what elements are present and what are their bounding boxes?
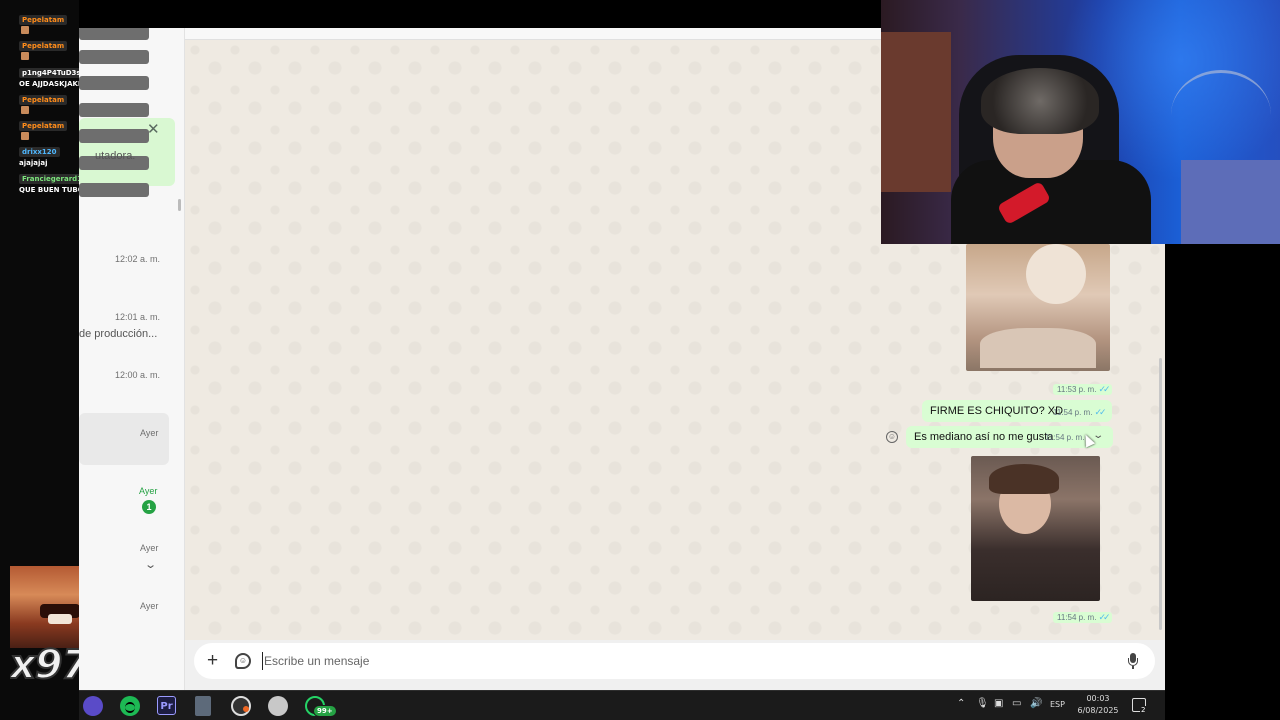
- message-time: 11:54 p. m.: [1053, 408, 1093, 417]
- message-input[interactable]: [262, 652, 1102, 670]
- chat-time: Ayer: [139, 486, 158, 496]
- emote-icon: [21, 26, 29, 34]
- emote-icon: [21, 106, 29, 114]
- premiere-icon[interactable]: Pr: [157, 696, 176, 715]
- clock-time: 00:03: [1086, 694, 1110, 703]
- emoji-reaction-icon[interactable]: ☺: [886, 431, 898, 443]
- emote-icon: [21, 132, 29, 140]
- stream-chat-message: drixx120 ajajajaj: [19, 147, 60, 167]
- network-icon[interactable]: ▭: [1012, 698, 1021, 709]
- notification-text: utadora.: [95, 150, 136, 162]
- conversation-scrollbar[interactable]: [1159, 358, 1162, 630]
- close-icon[interactable]: ✕: [147, 122, 160, 137]
- stream-chat-message: Pepelatam: [19, 41, 68, 60]
- chevron-up-icon[interactable]: ⌃: [957, 698, 965, 709]
- chevron-down-icon[interactable]: ⌄: [1092, 430, 1104, 441]
- chat-preview: de producción...: [79, 328, 158, 340]
- chat-username: drixx120: [19, 147, 60, 157]
- notification-count: 2: [1140, 706, 1147, 714]
- streamer-webcam: [881, 0, 1280, 244]
- message-text: FIRME ES CHIQUITO? XD: [930, 405, 1064, 417]
- spotify-icon[interactable]: [120, 696, 140, 716]
- compose-bar: + ☺: [185, 640, 1165, 690]
- language-indicator[interactable]: ESP: [1050, 700, 1065, 709]
- monitor-icon[interactable]: ▣: [994, 698, 1003, 709]
- sticker-icon[interactable]: ☺: [235, 653, 251, 669]
- plus-icon[interactable]: +: [207, 649, 218, 673]
- sidebar-scrollbar[interactable]: [178, 199, 181, 211]
- chat-list-placeholder: [79, 28, 149, 40]
- chat-message-text: ajajajaj: [19, 159, 48, 167]
- windows-taskbar: Pr 99+ ⌃ 🎙 ▣ ▭ 🔊 ESP 00:03 6/08/2025 2: [79, 690, 1165, 720]
- message-meta: 11:53 p. m. ✓✓: [1053, 384, 1112, 395]
- message-time: 11:53 p. m.: [1057, 385, 1097, 394]
- obs-icon[interactable]: [231, 696, 251, 716]
- outgoing-message[interactable]: FIRME ES CHIQUITO? XD 11:54 p. m. ✓✓: [922, 400, 1112, 422]
- vpn-icon[interactable]: [268, 696, 288, 716]
- compose-field: + ☺: [194, 643, 1155, 679]
- stream-chat-message: Pepelatam: [19, 95, 68, 114]
- chat-time: 12:01 a. m.: [115, 312, 161, 322]
- image-message-cat[interactable]: [966, 244, 1110, 371]
- mic-tray-icon[interactable]: 🎙: [976, 698, 989, 709]
- chat-list-placeholder: [79, 50, 149, 64]
- chat-list-placeholder: [79, 103, 149, 117]
- message-time: 11:54 p. m.: [1045, 433, 1085, 442]
- double-check-icon: ✓✓: [1094, 407, 1106, 417]
- chat-list-placeholder: [79, 183, 149, 197]
- chat-username: Franciegerard1: [19, 174, 86, 184]
- volume-icon[interactable]: 🔊: [1030, 698, 1042, 709]
- clock-date: 6/08/2025: [1077, 706, 1119, 715]
- message-meta: 11:54 p. m. ✓✓: [1053, 612, 1112, 623]
- chat-time: Ayer: [140, 601, 159, 611]
- chat-username: Pepelatam: [19, 95, 68, 105]
- chevron-down-icon[interactable]: ⌄: [144, 558, 157, 571]
- chat-time: 12:00 a. m.: [115, 370, 161, 380]
- chat-username: Pepelatam: [19, 121, 68, 131]
- discord-icon[interactable]: [83, 696, 103, 716]
- unread-badge: 1: [142, 500, 156, 514]
- double-check-icon: ✓✓: [1098, 384, 1110, 394]
- double-check-icon: ✓✓: [1098, 612, 1110, 622]
- chat-list-placeholder: [79, 76, 149, 90]
- chat-list-placeholder: [79, 129, 149, 143]
- message-meta: 11:54 p. m.: [1045, 427, 1084, 449]
- whatsapp-badge: 99+: [313, 705, 337, 717]
- chat-username: Pepelatam: [19, 41, 68, 51]
- calculator-icon[interactable]: [195, 696, 211, 716]
- mic-icon[interactable]: [1128, 653, 1138, 669]
- stream-chat-message: Pepelatam: [19, 15, 68, 34]
- stream-chat-message: Pepelatam: [19, 121, 68, 140]
- chat-time: Ayer: [140, 543, 159, 553]
- chat-time: 12:02 a. m.: [115, 254, 161, 264]
- chat-list-sidebar: utadora. ✕ 12:02 a. m. 12:01 a. m. de pr…: [79, 28, 185, 690]
- message-text: Es mediano así no me gusta: [914, 431, 1054, 443]
- chat-username: Pepelatam: [19, 15, 68, 25]
- message-time: 11:54 p. m.: [1057, 613, 1097, 622]
- message-meta: 11:54 p. m. ✓✓: [1053, 401, 1107, 424]
- emote-icon: [21, 52, 29, 60]
- chat-list-item-selected[interactable]: [79, 413, 169, 465]
- taskbar-clock[interactable]: 00:03 6/08/2025: [1076, 693, 1120, 717]
- chat-time: Ayer: [140, 428, 159, 438]
- image-message-kid[interactable]: [971, 456, 1100, 601]
